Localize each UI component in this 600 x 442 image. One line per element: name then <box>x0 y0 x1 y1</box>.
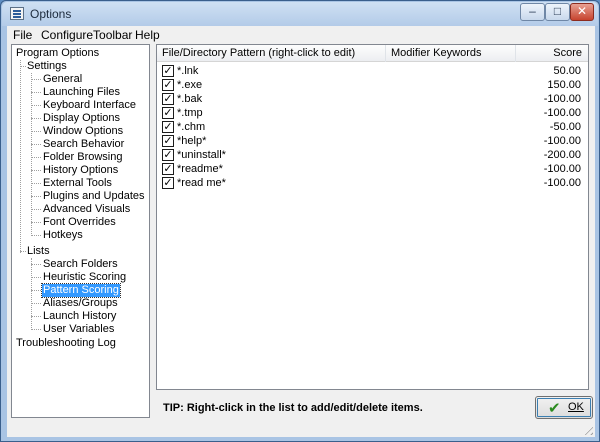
tree-item-general[interactable]: General <box>42 73 83 86</box>
tree-item-font-overrides[interactable]: Font Overrides <box>42 216 117 229</box>
row-pattern: *.exe <box>177 79 203 91</box>
tree-item-advanced-visuals[interactable]: Advanced Visuals <box>42 203 131 216</box>
tree-item-external-tools[interactable]: External Tools <box>42 177 113 190</box>
row-pattern: *read me* <box>177 177 226 189</box>
client-area: Program Options Settings General Launchin… <box>7 44 595 437</box>
list-header: File/Directory Pattern (right-click to e… <box>157 45 588 62</box>
row-checkbox[interactable]: ✓ <box>162 135 174 147</box>
column-modifier-keywords[interactable]: Modifier Keywords <box>386 45 516 62</box>
row-pattern: *help* <box>177 135 207 147</box>
row-score: -100.00 <box>543 135 581 147</box>
close-icon: ✕ <box>576 4 588 18</box>
tree-item-search-folders[interactable]: Search Folders <box>42 258 119 271</box>
row-pattern: *readme* <box>177 163 223 175</box>
list-row[interactable]: ✓ *.chm -50.00 <box>157 120 588 134</box>
row-score: -100.00 <box>543 93 581 105</box>
tip-text: TIP: Right-click in the list to add/edit… <box>163 402 423 414</box>
menu-bar: File ConfigureToolbar Help <box>7 26 595 44</box>
list-row[interactable]: ✓ *.bak -100.00 <box>157 92 588 106</box>
row-checkbox[interactable]: ✓ <box>162 177 174 189</box>
tree-item-launching-files[interactable]: Launching Files <box>42 86 121 99</box>
list-row[interactable]: ✓ *uninstall* -200.00 <box>157 148 588 162</box>
minimize-button[interactable]: – <box>520 3 545 21</box>
tree-item-pattern-scoring[interactable]: Pattern Scoring <box>41 283 121 298</box>
options-tree[interactable]: Program Options Settings General Launchin… <box>11 44 150 418</box>
menu-file[interactable]: File <box>13 28 32 42</box>
row-checkbox[interactable]: ✓ <box>162 107 174 119</box>
row-pattern: *.tmp <box>177 107 203 119</box>
minimize-icon: – <box>529 4 536 18</box>
row-checkbox[interactable]: ✓ <box>162 149 174 161</box>
menu-help[interactable]: Help <box>135 28 160 42</box>
list-row[interactable]: ✓ *readme* -100.00 <box>157 162 588 176</box>
checkmark-icon: ✔ <box>548 400 561 417</box>
row-score: -100.00 <box>543 163 581 175</box>
tree-item-troubleshooting-log[interactable]: Troubleshooting Log <box>15 337 117 350</box>
tree-item-folder-browsing[interactable]: Folder Browsing <box>42 151 123 164</box>
tree-item-lists[interactable]: Lists <box>26 245 51 258</box>
tree-item-history-options[interactable]: History Options <box>42 164 119 177</box>
tree-item-program-options[interactable]: Program Options <box>15 47 100 60</box>
resize-grip[interactable] <box>581 423 593 435</box>
list-row[interactable]: ✓ *.tmp -100.00 <box>157 106 588 120</box>
close-button[interactable]: ✕ <box>570 3 594 21</box>
app-icon <box>10 7 24 20</box>
tree-item-launch-history[interactable]: Launch History <box>42 310 117 323</box>
tree-item-user-variables[interactable]: User Variables <box>42 323 115 336</box>
tree-item-keyboard-interface[interactable]: Keyboard Interface <box>42 99 137 112</box>
tree-item-plugins-and-updates[interactable]: Plugins and Updates <box>42 190 146 203</box>
row-pattern: *.bak <box>177 93 203 105</box>
row-score: 50.00 <box>553 65 581 77</box>
list-row[interactable]: ✓ *read me* -100.00 <box>157 176 588 190</box>
tree-item-settings[interactable]: Settings <box>26 60 68 73</box>
tree-item-search-behavior[interactable]: Search Behavior <box>42 138 125 151</box>
row-checkbox[interactable]: ✓ <box>162 93 174 105</box>
maximize-button[interactable]: □ <box>545 3 570 21</box>
tree-item-window-options[interactable]: Window Options <box>42 125 124 138</box>
row-pattern: *.lnk <box>177 65 199 77</box>
menu-configure-toolbar[interactable]: ConfigureToolbar <box>41 28 132 42</box>
ok-button[interactable]: ✔ OK <box>535 396 593 419</box>
row-score: -100.00 <box>543 177 581 189</box>
row-score: 150.00 <box>547 79 581 91</box>
tree-item-aliases-groups[interactable]: Aliases/Groups <box>42 297 119 310</box>
tree-item-heuristic-scoring[interactable]: Heuristic Scoring <box>42 271 127 284</box>
row-score: -100.00 <box>543 107 581 119</box>
tree-item-hotkeys[interactable]: Hotkeys <box>42 229 84 242</box>
row-score: -200.00 <box>543 149 581 161</box>
title-bar[interactable]: Options – □ ✕ <box>2 2 598 26</box>
row-score: -50.00 <box>549 121 581 133</box>
column-pattern[interactable]: File/Directory Pattern (right-click to e… <box>157 45 386 62</box>
row-checkbox[interactable]: ✓ <box>162 79 174 91</box>
window-title: Options <box>30 7 72 21</box>
pattern-list[interactable]: File/Directory Pattern (right-click to e… <box>156 44 589 390</box>
row-checkbox[interactable]: ✓ <box>162 163 174 175</box>
row-pattern: *uninstall* <box>177 149 226 161</box>
column-score[interactable]: Score <box>516 45 588 62</box>
list-row[interactable]: ✓ *.exe 150.00 <box>157 78 588 92</box>
ok-button-label: OK <box>568 401 584 413</box>
list-row[interactable]: ✓ *help* -100.00 <box>157 134 588 148</box>
maximize-icon: □ <box>553 4 562 18</box>
row-checkbox[interactable]: ✓ <box>162 121 174 133</box>
list-row[interactable]: ✓ *.lnk 50.00 <box>157 64 588 78</box>
tree-item-display-options[interactable]: Display Options <box>42 112 121 125</box>
row-pattern: *.chm <box>177 121 206 133</box>
options-window: Options – □ ✕ File ConfigureToolbar Help… <box>0 0 600 442</box>
row-checkbox[interactable]: ✓ <box>162 65 174 77</box>
